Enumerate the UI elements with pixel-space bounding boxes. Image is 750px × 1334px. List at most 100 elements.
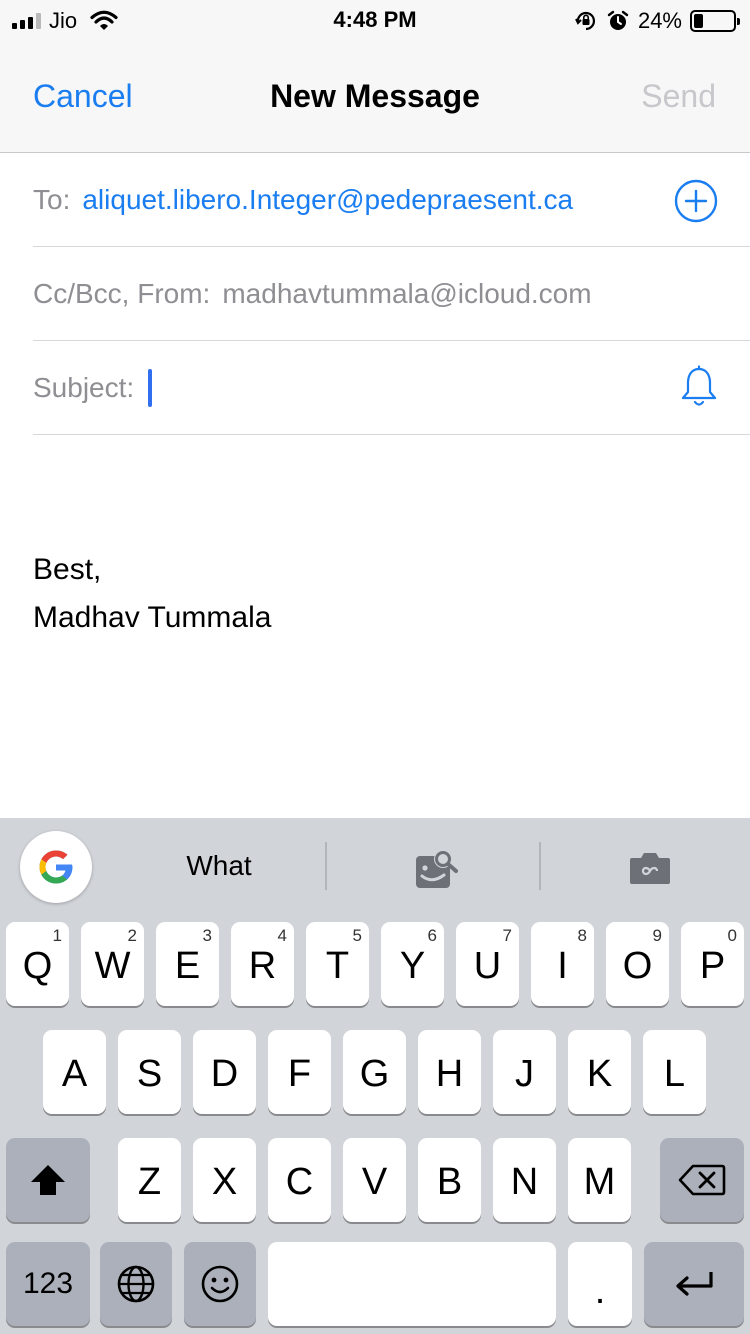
key-label: K — [586, 1052, 613, 1095]
suggestion-divider — [539, 842, 541, 890]
key-v[interactable]: V — [343, 1138, 406, 1222]
subject-label: Subject: — [33, 371, 135, 403]
key-label: Z — [137, 1160, 162, 1203]
battery-icon — [690, 10, 740, 32]
battery-percent: 24% — [637, 8, 682, 33]
key-number-hint: 3 — [202, 926, 212, 945]
sticker-search-icon[interactable] — [414, 848, 460, 890]
key-label: R — [248, 944, 277, 987]
key-t[interactable]: T5 — [306, 922, 369, 1006]
key-e[interactable]: E3 — [156, 922, 219, 1006]
numbers-key[interactable]: 123 — [6, 1242, 90, 1326]
key-label: I — [557, 944, 568, 987]
subject-field[interactable]: Subject: — [33, 341, 750, 435]
key-k[interactable]: K — [568, 1030, 631, 1114]
key-label: P — [699, 944, 726, 987]
period-key-label: . — [594, 1269, 606, 1312]
key-a[interactable]: A — [43, 1030, 106, 1114]
key-label: L — [663, 1052, 686, 1095]
key-number-hint: 8 — [577, 926, 587, 945]
message-body[interactable]: Best, Madhav Tummala — [33, 546, 271, 642]
key-n[interactable]: N — [493, 1138, 556, 1222]
key-label: D — [210, 1052, 239, 1095]
backspace-icon — [678, 1164, 726, 1196]
key-q[interactable]: Q1 — [6, 922, 69, 1006]
key-y[interactable]: Y6 — [381, 922, 444, 1006]
key-label: X — [211, 1160, 238, 1203]
key-g[interactable]: G — [343, 1030, 406, 1114]
key-label: E — [174, 944, 201, 987]
key-o[interactable]: O9 — [606, 922, 669, 1006]
from-address[interactable]: madhavtummala@icloud.com — [222, 278, 591, 310]
key-j[interactable]: J — [493, 1030, 556, 1114]
key-label: F — [287, 1052, 312, 1095]
key-number-hint: 7 — [502, 926, 512, 945]
key-r[interactable]: R4 — [231, 922, 294, 1006]
orientation-lock-icon — [575, 11, 595, 31]
emoji-icon — [201, 1265, 239, 1303]
add-contact-icon[interactable] — [674, 179, 718, 223]
google-button[interactable] — [20, 831, 92, 903]
key-label: W — [94, 944, 131, 987]
key-i[interactable]: I8 — [531, 922, 594, 1006]
space-key[interactable] — [268, 1242, 556, 1326]
key-number-hint: 6 — [427, 926, 437, 945]
key-label: M — [583, 1160, 616, 1203]
key-number-hint: 2 — [127, 926, 137, 945]
key-label: V — [361, 1160, 388, 1203]
to-field[interactable]: To: aliquet.libero.Integer@pedepraesent.… — [33, 153, 750, 247]
key-h[interactable]: H — [418, 1030, 481, 1114]
suggestion-divider — [325, 842, 327, 890]
key-label: C — [285, 1160, 314, 1203]
page-title: New Message — [270, 78, 480, 114]
key-number-hint: 1 — [52, 926, 62, 945]
period-key[interactable]: . — [568, 1242, 632, 1326]
camera-icon[interactable] — [628, 850, 672, 886]
to-recipient[interactable]: aliquet.libero.Integer@pedepraesent.ca — [82, 184, 573, 216]
bell-icon[interactable] — [678, 365, 720, 409]
body-line: Madhav Tummala — [33, 601, 272, 634]
key-label: A — [61, 1052, 88, 1095]
key-d[interactable]: D — [193, 1030, 256, 1114]
key-number-hint: 0 — [727, 926, 737, 945]
key-w[interactable]: W2 — [81, 922, 144, 1006]
key-f[interactable]: F — [268, 1030, 331, 1114]
status-bar: Jio 4:48 PM 24% — [0, 0, 750, 42]
key-s[interactable]: S — [118, 1030, 181, 1114]
body-line: Best, — [33, 553, 102, 586]
key-label: J — [515, 1052, 534, 1095]
key-l[interactable]: L — [643, 1030, 706, 1114]
battery-fill — [694, 14, 704, 28]
nav-bar: Cancel New Message Send — [0, 42, 750, 153]
key-p[interactable]: P0 — [681, 922, 744, 1006]
delete-key[interactable] — [660, 1138, 744, 1222]
key-b[interactable]: B — [418, 1138, 481, 1222]
numbers-key-label: 123 — [22, 1267, 74, 1300]
suggestion-word[interactable]: What — [110, 850, 328, 882]
cc-bcc-from-field[interactable]: Cc/Bcc, From: madhavtummala@icloud.com — [33, 247, 750, 341]
key-number-hint: 4 — [277, 926, 287, 945]
key-m[interactable]: M — [568, 1138, 631, 1222]
globe-key[interactable] — [100, 1242, 172, 1326]
emoji-key[interactable] — [184, 1242, 256, 1326]
key-label: U — [473, 944, 502, 987]
suggestion-bar: What — [0, 818, 750, 916]
key-x[interactable]: X — [193, 1138, 256, 1222]
key-label: B — [436, 1160, 463, 1203]
return-key[interactable] — [644, 1242, 744, 1326]
key-label: N — [510, 1160, 539, 1203]
send-button[interactable]: Send — [641, 78, 716, 115]
shift-key[interactable] — [6, 1138, 90, 1222]
key-label: Q — [22, 944, 53, 987]
alarm-icon — [607, 10, 629, 30]
return-icon — [676, 1272, 713, 1296]
key-label: T — [325, 944, 350, 987]
key-z[interactable]: Z — [118, 1138, 181, 1222]
key-u[interactable]: U7 — [456, 922, 519, 1006]
key-number-hint: 5 — [352, 926, 362, 945]
key-c[interactable]: C — [268, 1138, 331, 1222]
to-label: To: — [33, 183, 71, 215]
key-label: O — [622, 944, 653, 987]
key-label: S — [136, 1052, 163, 1095]
key-number-hint: 9 — [652, 926, 662, 945]
